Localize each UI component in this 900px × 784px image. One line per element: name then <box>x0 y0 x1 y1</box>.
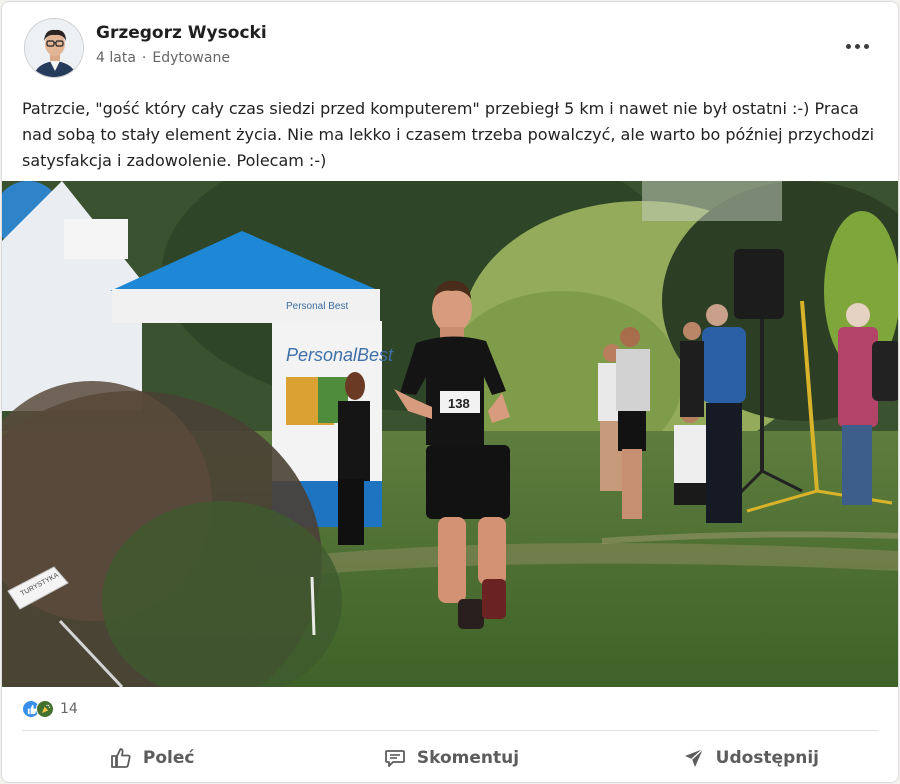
post-actions: Poleć Skomentuj Udostępnij <box>2 735 898 781</box>
comment-button[interactable]: Skomentuj <box>301 735 600 781</box>
like-label: Poleć <box>142 748 195 768</box>
banner-text: PersonalBest <box>286 345 394 365</box>
bib-number: 138 <box>448 396 470 411</box>
share-button[interactable]: Udostępnij <box>601 735 898 781</box>
thumbs-up-icon <box>110 748 131 768</box>
post-time: 4 lata <box>96 50 136 66</box>
post-meta: 4 lata · Edytowane <box>96 50 230 66</box>
more-icon-dot <box>854 43 860 49</box>
avatar[interactable] <box>24 18 84 78</box>
edited-label: Edytowane <box>152 50 230 66</box>
comment-label: Skomentuj <box>416 748 520 768</box>
actions-divider <box>22 730 878 731</box>
send-icon <box>684 748 704 767</box>
post-card: Grzegorz Wysocki 4 lata · Edytowane Patrzc… <box>1 1 899 783</box>
post-header: Grzegorz Wysocki 4 lata · Edytowane <box>22 18 882 80</box>
share-label: Udostępnij <box>715 748 819 768</box>
post-text: Patrzcie, "gość który cały czas siedzi p… <box>22 99 875 170</box>
comment-icon <box>384 750 405 767</box>
author-name[interactable]: Grzegorz Wysocki <box>96 23 267 43</box>
like-button[interactable]: Poleć <box>2 735 301 781</box>
reaction-count: 14 <box>60 701 78 717</box>
post-image[interactable]: PersonalBest Personal Best 138 TURYSTYKA <box>2 181 898 687</box>
reactions-summary[interactable]: 14 <box>22 698 78 720</box>
meta-separator: · <box>141 50 147 66</box>
celebrate-icon <box>36 700 54 718</box>
more-icon-dot <box>863 43 869 49</box>
more-options-button[interactable] <box>832 28 882 64</box>
more-icon <box>845 43 851 49</box>
race-photo: PersonalBest Personal Best 138 TURYSTYKA <box>2 181 898 687</box>
tent-brand: Personal Best <box>286 301 348 312</box>
